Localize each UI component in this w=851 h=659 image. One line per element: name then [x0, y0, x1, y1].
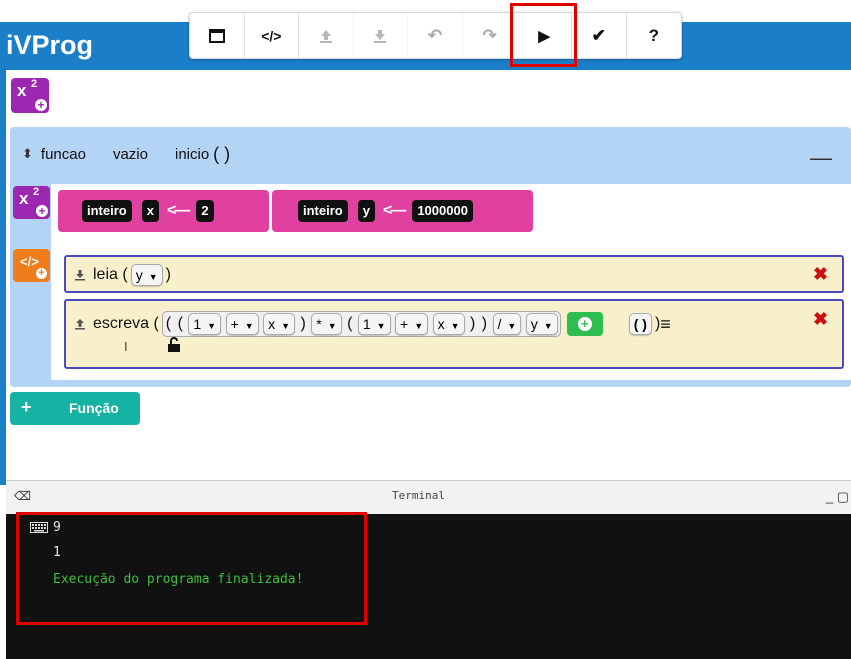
function-return-type[interactable]: vazio [113, 146, 148, 163]
text-cursor-icon[interactable]: I [124, 339, 128, 354]
upload-button[interactable] [299, 13, 354, 58]
check-icon: ✔ [591, 25, 606, 45]
operand-select[interactable]: 1 ▼ [188, 313, 222, 335]
operator-select[interactable]: + ▼ [225, 313, 259, 335]
plus-circle-icon: + [577, 317, 592, 331]
paren[interactable]: ) [470, 315, 475, 332]
window-controls[interactable]: _ ▢ [826, 489, 849, 505]
var-name[interactable]: x [141, 200, 159, 222]
plus-icon: + [21, 397, 32, 417]
left-edge [0, 70, 6, 485]
read-variable-select[interactable]: y ▼ [130, 264, 163, 286]
redo-icon: ↷ [482, 25, 497, 45]
assign-arrow: <— [382, 202, 406, 219]
paren[interactable]: ( [178, 315, 183, 332]
plus-icon: + [36, 205, 48, 217]
help-icon: ? [648, 25, 659, 45]
undo-button[interactable]: ↶ [408, 13, 463, 58]
upload-icon[interactable] [74, 318, 86, 330]
function-keyword: funcao [40, 145, 86, 163]
operator-select[interactable]: / ▼ [492, 313, 522, 335]
read-command[interactable]: leia ( y ▼ ) ✖ [64, 255, 844, 293]
operand-select[interactable]: x ▼ [263, 313, 296, 335]
plus-icon: + [36, 268, 47, 279]
var-value[interactable]: 2 [196, 200, 214, 222]
read-label: leia ( [93, 266, 128, 283]
delete-icon[interactable]: ✖ [813, 309, 828, 330]
add-global-variable-button[interactable]: x 2 + [11, 78, 49, 113]
eraser-icon[interactable]: ⌫ [14, 489, 31, 503]
toolbar: </> ↶ ↷ ▶ ✔ ? [189, 12, 682, 59]
var-type[interactable]: inteiro [298, 200, 348, 222]
run-button-highlight [510, 3, 577, 67]
visual-mode-button[interactable] [190, 13, 245, 58]
add-expression-button[interactable]: + [566, 312, 603, 336]
check-button[interactable]: ✔ [572, 13, 627, 58]
operator-select[interactable]: * ▼ [311, 313, 342, 335]
plus-icon: + [35, 99, 47, 111]
function-params[interactable]: ( ) [213, 144, 230, 165]
paren[interactable]: ( [166, 315, 171, 332]
download-icon [374, 29, 387, 43]
delete-icon[interactable]: ✖ [813, 264, 828, 285]
code-icon: </> [20, 254, 39, 269]
minimize-icon[interactable]: — [810, 145, 832, 171]
terminal-title: Terminal [392, 489, 445, 502]
add-command-button[interactable]: </> + [13, 249, 50, 282]
menu-icon[interactable]: ≡ [660, 314, 671, 335]
var-type[interactable]: inteiro [82, 200, 132, 222]
undo-icon: ↶ [427, 25, 443, 45]
paren[interactable]: ) [482, 315, 487, 332]
app-logo: iVProg [6, 30, 94, 60]
var-name[interactable]: y [357, 200, 375, 222]
write-label: escreva ( [93, 315, 159, 332]
function-header: ⬍ funcao vazio inicio ( ) [22, 144, 257, 164]
code-icon: </> [261, 27, 282, 44]
variable-declaration[interactable]: inteiro x <— 2 [58, 190, 269, 232]
download-icon[interactable] [74, 269, 86, 281]
code-mode-button[interactable]: </> [245, 13, 300, 58]
concat-button[interactable]: ( ) [628, 313, 652, 335]
var-value[interactable]: 1000000 [412, 200, 473, 222]
operator-select[interactable]: + ▼ [395, 313, 429, 335]
add-local-variable-button[interactable]: x 2 + [13, 186, 50, 219]
sort-icon[interactable]: ⬍ [22, 146, 33, 162]
upload-icon [319, 29, 332, 43]
variable-declaration[interactable]: inteiro y <— 1000000 [272, 190, 533, 232]
operand-select[interactable]: y ▼ [525, 313, 558, 335]
paren[interactable]: ) [300, 315, 305, 332]
add-function-button[interactable]: + Função [10, 392, 140, 425]
help-button[interactable]: ? [627, 13, 682, 58]
assign-arrow: <— [166, 202, 190, 219]
write-command[interactable]: escreva ( ( ( 1 ▼ + ▼ x ▼ ) * ▼ ( 1 ▼ + ▼ x ▼ )… [64, 299, 844, 369]
download-button[interactable] [354, 13, 409, 58]
terminal-highlight [16, 512, 367, 625]
function-name[interactable]: inicio [175, 146, 209, 163]
operand-select[interactable]: 1 ▼ [357, 313, 391, 335]
unlock-icon[interactable] [167, 337, 181, 358]
add-function-label: Função [69, 400, 119, 416]
operand-select[interactable]: x ▼ [432, 313, 465, 335]
expression[interactable]: ( ( 1 ▼ + ▼ x ▼ ) * ▼ ( 1 ▼ + ▼ x ▼ ) ) / ▼ y ▼ [161, 311, 561, 337]
paren[interactable]: ( [347, 315, 352, 332]
window-icon [208, 28, 225, 43]
